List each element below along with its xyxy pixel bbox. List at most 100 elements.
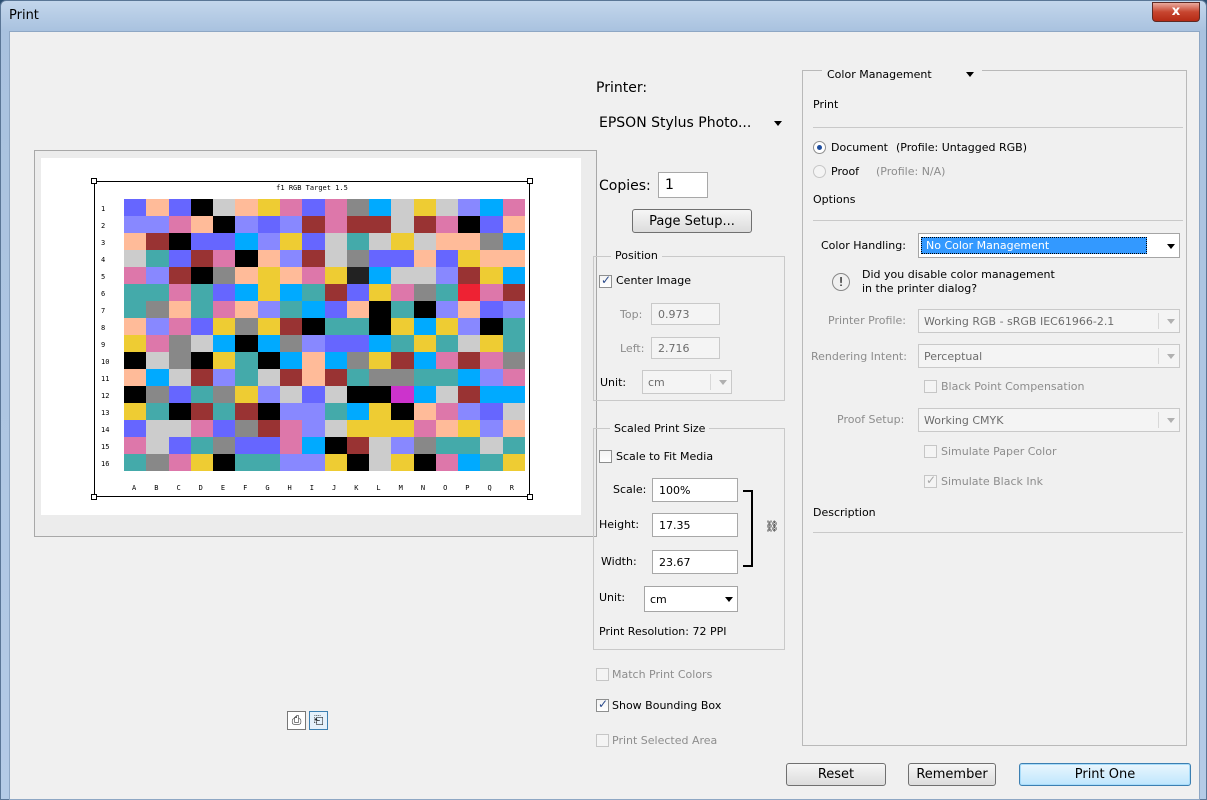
print-selected-area-checkbox[interactable] [596,734,609,747]
show-bounding-box-label[interactable]: Show Bounding Box [612,699,721,712]
color-swatch [190,352,214,369]
color-swatch [302,454,325,471]
color-swatch [369,352,392,369]
copies-input[interactable]: 1 [658,172,708,198]
portrait-orientation-icon[interactable]: ⎙ [287,711,306,730]
document-radio[interactable] [813,141,826,154]
rendering-intent-label: Rendering Intent: [811,350,907,363]
color-swatch [124,284,147,301]
scale-input[interactable]: 100% [652,478,738,502]
color-swatch [413,199,436,216]
remember-button[interactable]: Remember [908,763,996,786]
color-swatch [168,420,191,437]
color-swatch [346,403,370,420]
color-swatch [235,233,258,250]
match-print-colors-checkbox[interactable] [596,668,609,681]
color-swatch [391,420,414,437]
printer-profile-value: Working RGB - sRGB IEC61966-2.1 [924,314,1115,328]
print-selected-area-label[interactable]: Print Selected Area [612,734,717,747]
bbox-handle-bottom-left[interactable] [91,494,97,500]
color-swatch [458,437,481,454]
color-swatch [213,267,236,284]
landscape-orientation-icon[interactable]: ⎗ [309,711,328,730]
match-print-colors-label[interactable]: Match Print Colors [612,668,712,681]
center-image-label[interactable]: Center Image [616,274,691,287]
color-swatch [257,267,280,284]
color-swatch [124,250,147,267]
close-button[interactable]: x [1152,2,1200,22]
color-swatch [435,369,459,386]
proof-setup-select[interactable]: Working CMYK [918,408,1180,432]
color-swatch [213,250,236,267]
center-image-checkbox[interactable] [599,273,612,288]
printer-label: Printer: [596,80,648,96]
scaled-unit-select[interactable]: cm [644,586,738,612]
color-swatch [302,199,325,216]
color-swatch [391,352,414,369]
row-label: 4 [101,256,106,264]
color-swatch [302,369,325,386]
rendering-intent-value: Perceptual [924,349,983,363]
print-preview: f1 RGB Target 1.5 1 2 3 4 5 6 7 8 9 10 11 12 13 14 15 1… [34,150,597,537]
simulate-paper-checkbox[interactable] [924,445,937,458]
bbox-handle-bottom-right[interactable] [527,494,533,500]
color-swatch [279,199,303,216]
color-swatch [480,216,503,233]
color-swatch [146,267,169,284]
color-swatch [502,437,525,454]
top-input[interactable]: 0.973 [651,303,720,325]
color-swatch [346,284,370,301]
show-bounding-box-checkbox[interactable] [596,697,609,712]
print-resolution: Print Resolution: 72 PPI [599,625,727,638]
color-swatch [279,250,303,267]
print-one-button[interactable]: Print One [1019,763,1191,786]
color-swatch [480,437,503,454]
rendering-intent-select[interactable]: Perceptual [918,344,1180,368]
position-unit-select[interactable]: cm [642,370,732,394]
black-point-checkbox[interactable] [924,380,937,393]
color-swatch [324,250,347,267]
simulate-paper-label[interactable]: Simulate Paper Color [941,445,1056,458]
color-handling-select[interactable]: No Color Management [918,233,1180,258]
color-swatch [346,454,370,471]
row-label: 12 [101,392,110,400]
color-swatch [257,233,280,250]
color-swatch [302,301,325,318]
color-swatch [502,403,525,420]
color-swatch [124,216,147,233]
link-chain-icon[interactable]: ⛓ [765,520,779,533]
reset-button[interactable]: Reset [786,763,886,786]
color-swatch [257,386,280,403]
page-setup-button[interactable]: Page Setup... [632,209,752,233]
color-swatch [257,403,280,420]
proof-label[interactable]: Proof [831,165,859,178]
bounding-box[interactable]: f1 RGB Target 1.5 1 2 3 4 5 6 7 8 9 10 11 12 13 14 15 1… [91,178,533,500]
color-swatch [235,437,258,454]
column-label: R [509,484,514,492]
width-input[interactable]: 23.67 [652,550,738,574]
row-label: 8 [101,324,106,332]
position-unit-label: Unit: [600,376,627,389]
printer-profile-select[interactable]: Working RGB - sRGB IEC61966-2.1 [918,309,1180,333]
color-swatch [235,301,258,318]
printer-select[interactable]: EPSON Stylus Photo... [594,110,786,136]
black-point-label[interactable]: Black Point Compensation [941,380,1084,393]
color-swatch [257,369,280,386]
column-label: M [398,484,403,492]
scale-to-fit-label[interactable]: Scale to Fit Media [616,450,713,463]
column-label: N [420,484,426,492]
row-label: 16 [101,460,110,468]
document-label[interactable]: Document [831,141,888,154]
color-swatch [257,352,280,369]
color-swatch [279,301,303,318]
left-input[interactable]: 2.716 [651,337,720,359]
color-swatch [146,301,169,318]
height-input[interactable]: 17.35 [652,513,738,537]
section-dropdown[interactable]: Color Management [822,62,982,86]
proof-radio[interactable] [813,165,826,178]
color-swatch [190,199,214,216]
simulate-black-label[interactable]: Simulate Black Ink [941,475,1043,488]
scale-to-fit-checkbox[interactable] [599,450,612,463]
color-swatch [190,267,214,284]
simulate-black-checkbox[interactable] [924,473,937,488]
